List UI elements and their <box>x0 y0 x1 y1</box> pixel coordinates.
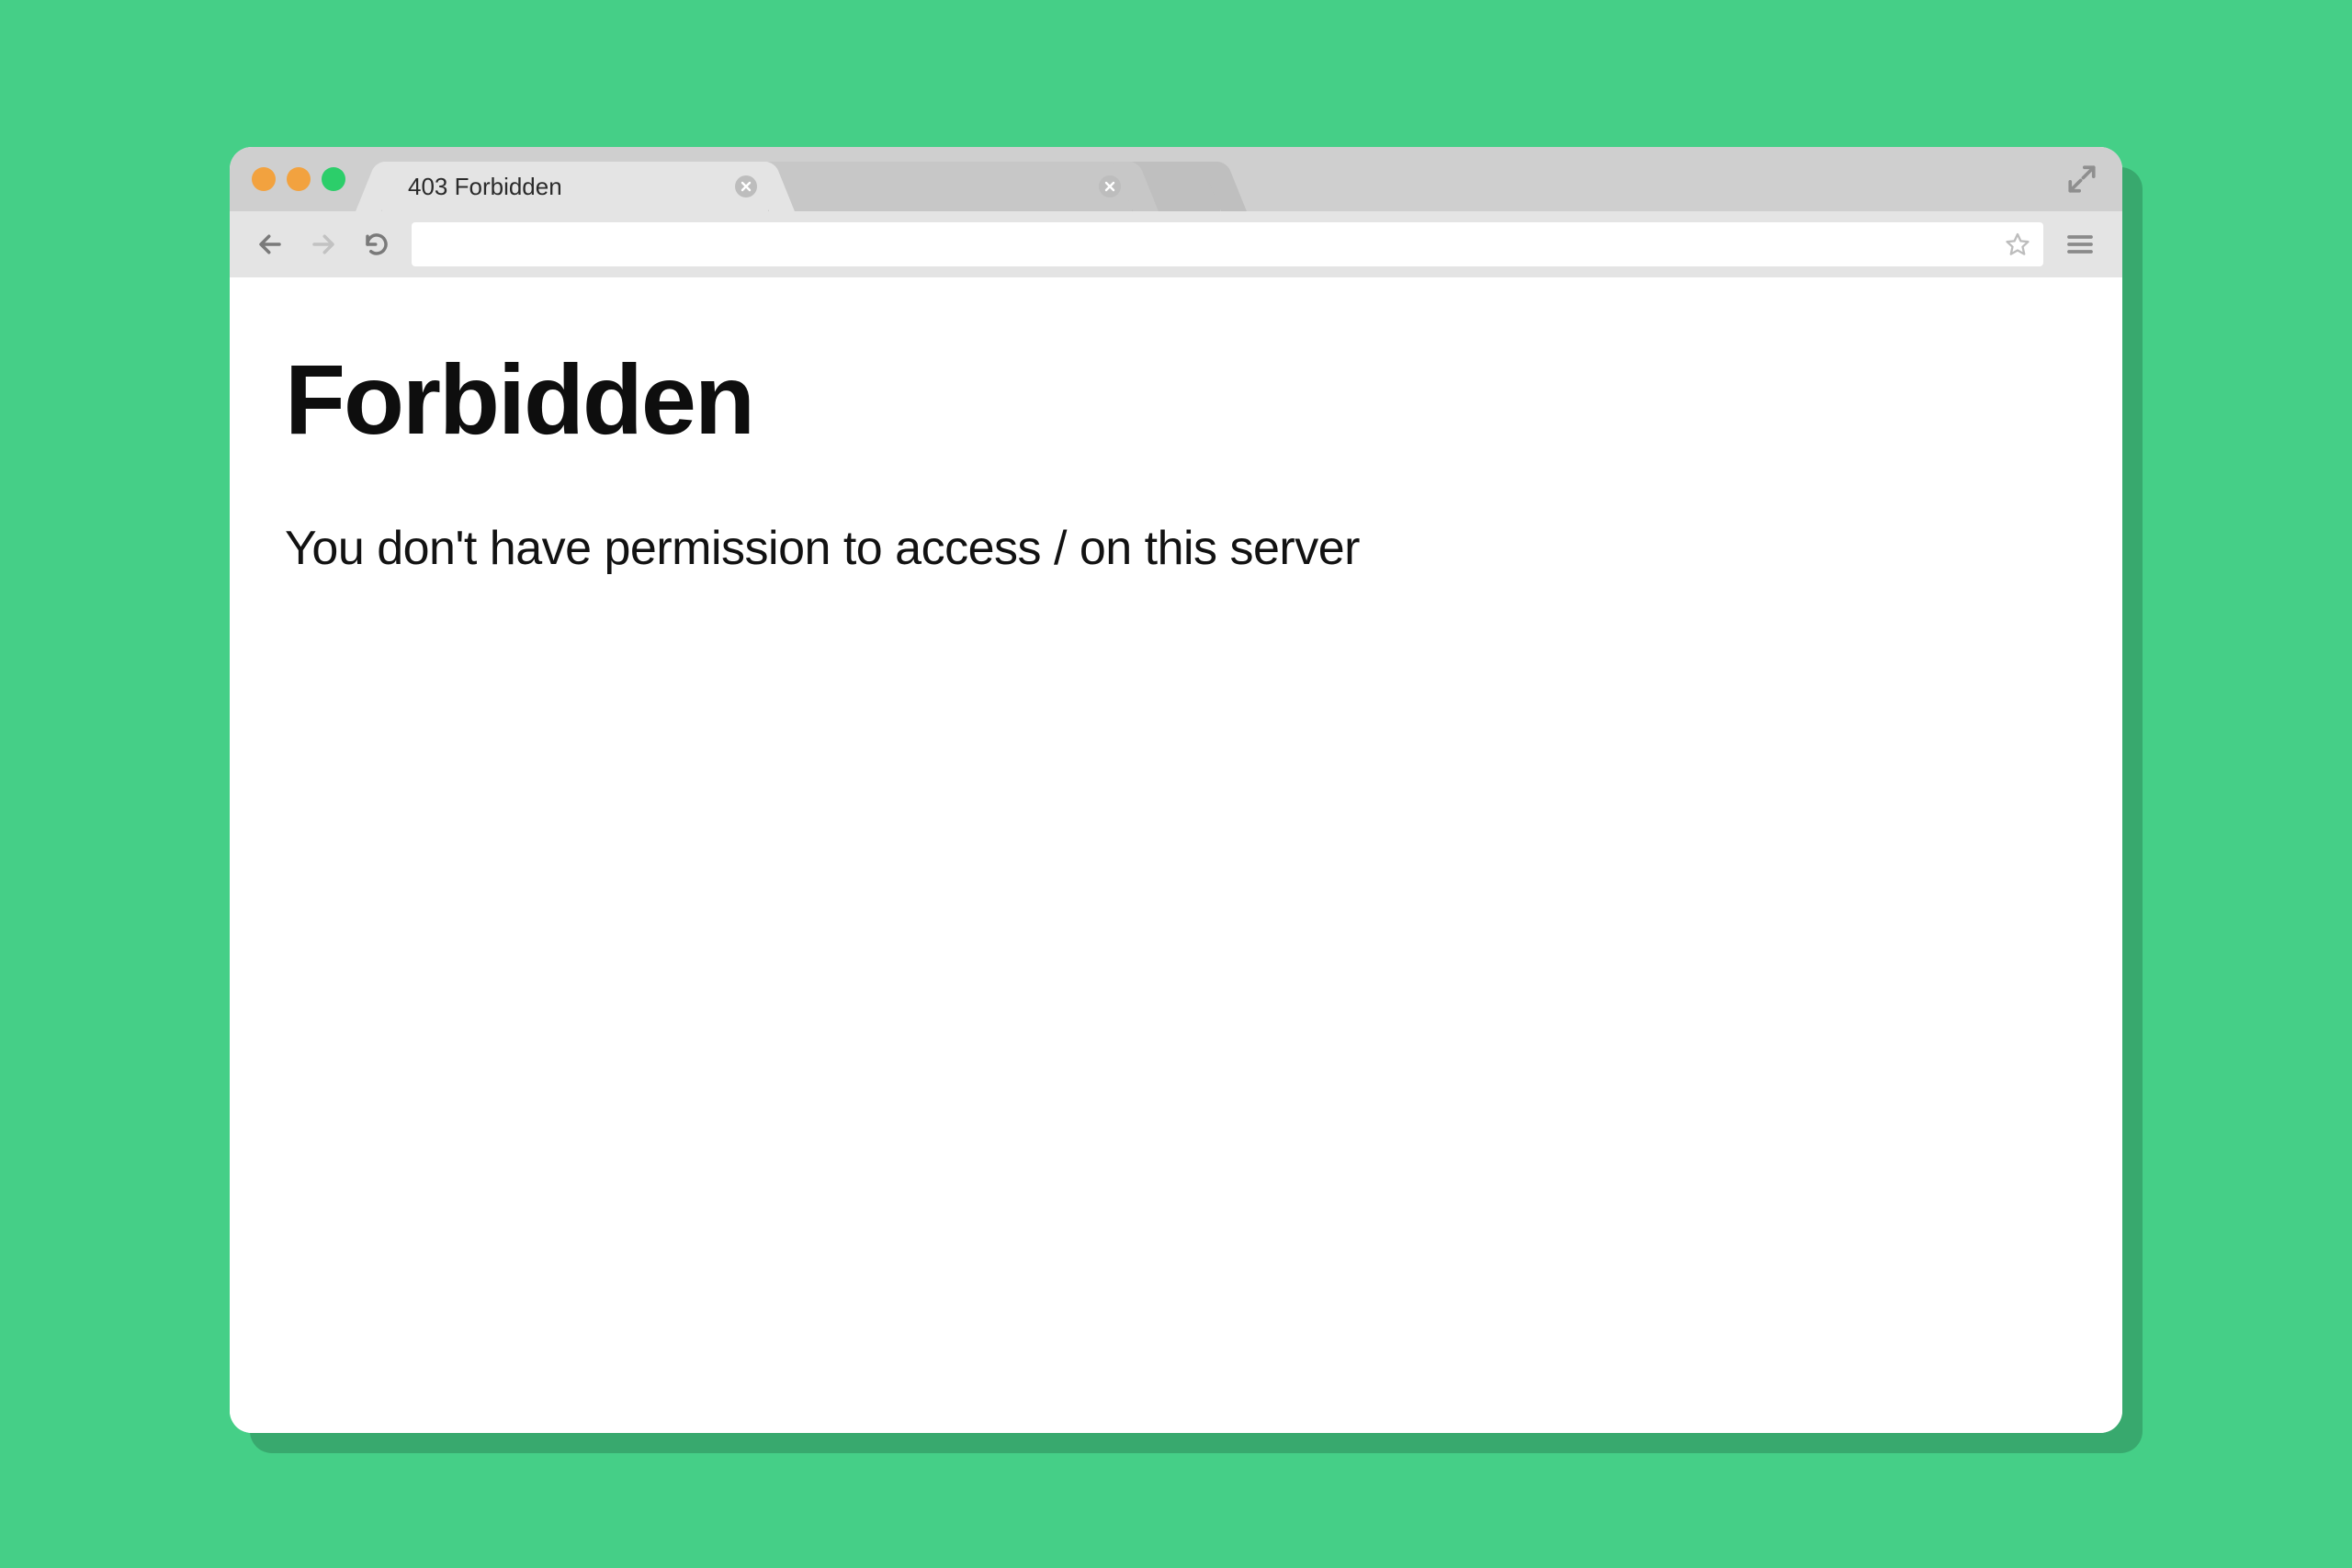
star-icon <box>2005 231 2030 257</box>
window-minimize-button[interactable] <box>287 167 311 191</box>
arrow-right-icon <box>310 231 337 258</box>
window-traffic-lights <box>252 167 345 191</box>
hamburger-icon <box>2065 230 2095 259</box>
expand-icon <box>2066 164 2098 195</box>
browser-window: 403 Forbidden <box>230 147 2122 1433</box>
tab-close-button[interactable] <box>735 175 757 197</box>
address-bar[interactable] <box>412 222 2043 266</box>
page-content: Forbidden You don't have permission to a… <box>230 277 2122 1433</box>
page-message: You don't have permission to access / on… <box>285 521 2067 576</box>
reload-button[interactable] <box>358 226 395 263</box>
tab-inactive[interactable] <box>746 162 1132 211</box>
close-icon <box>1104 181 1115 192</box>
forward-button[interactable] <box>305 226 342 263</box>
close-icon <box>741 181 752 192</box>
tab-active[interactable]: 403 Forbidden <box>382 162 768 211</box>
tab-label: 403 Forbidden <box>408 173 562 201</box>
toolbar <box>230 211 2122 277</box>
bookmark-button[interactable] <box>2005 231 2030 257</box>
window-close-button[interactable] <box>252 167 276 191</box>
address-input[interactable] <box>424 231 1996 257</box>
expand-window-button[interactable] <box>2064 161 2100 197</box>
tab-close-button[interactable] <box>1099 175 1121 197</box>
page-heading: Forbidden <box>285 342 2067 457</box>
arrow-left-icon <box>256 231 284 258</box>
menu-button[interactable] <box>2060 224 2100 265</box>
tabs-area: 403 Forbidden <box>382 147 1220 211</box>
reload-icon <box>363 231 390 258</box>
back-button[interactable] <box>252 226 288 263</box>
window-zoom-button[interactable] <box>322 167 345 191</box>
tab-strip: 403 Forbidden <box>230 147 2122 211</box>
